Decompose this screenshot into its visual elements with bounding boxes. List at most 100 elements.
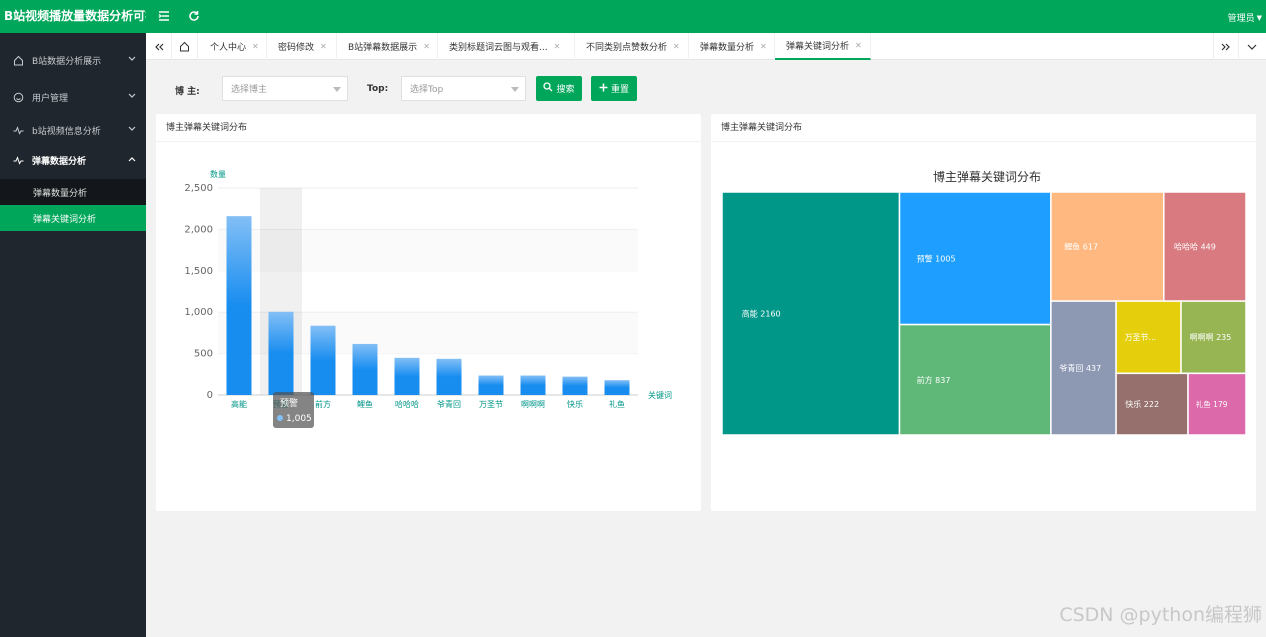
watermark: CSDN @python编程狮: [1059, 604, 1262, 626]
smile-icon: [12, 91, 24, 103]
tab-label: 弹幕关键词分析: [786, 42, 850, 52]
search-button[interactable]: 搜索: [536, 76, 582, 101]
bar: [268, 311, 294, 395]
close-icon[interactable]: ✕: [423, 42, 430, 51]
close-icon[interactable]: ✕: [760, 42, 767, 51]
close-icon[interactable]: ✕: [855, 41, 862, 50]
reset-button-label: 重置: [610, 85, 629, 95]
close-icon[interactable]: ✕: [320, 42, 327, 51]
tab-category-likes[interactable]: 不同类别点赞数分析 ✕: [575, 33, 689, 60]
top-select[interactable]: 选择Top: [401, 76, 526, 101]
treemap-node: 鲤鱼 617: [1050, 191, 1165, 302]
caret-down-icon: ▼: [1256, 13, 1262, 22]
bar: [310, 325, 336, 395]
close-icon[interactable]: ✕: [673, 42, 680, 51]
treemap-node: 预警 1005: [898, 191, 1052, 326]
search-button-label: 搜索: [556, 85, 575, 95]
sidebar-item-danmaku-analysis[interactable]: 弹幕数据分析: [0, 145, 146, 175]
bar: [226, 216, 252, 395]
treemap-card: 博主弹幕关键词分布 博主弹幕关键词分布高能 2160 预警 1005 前方 837 鲤…: [711, 114, 1256, 511]
user-menu[interactable]: 管理员 ▼: [1227, 11, 1262, 25]
tab-bar: 个人中心 ✕ 密码修改 ✕ B站弹幕数据展示 ✕ 类别标题词云图与观看... ✕ 不同类…: [146, 33, 1266, 60]
y-tick-label: 2,500: [184, 183, 213, 194]
treemap-label: 哈哈哈 449: [1174, 242, 1216, 252]
plus-icon: [599, 83, 608, 95]
tab-label: 不同类别点赞数分析: [586, 43, 668, 53]
tab-category-wordcloud[interactable]: 类别标题词云图与观看... ✕: [438, 33, 575, 60]
refresh-icon[interactable]: [186, 8, 202, 24]
app-title: B站视频播放量数据分析可视化: [4, 9, 146, 23]
x-tick-label: 礼鱼: [609, 399, 625, 409]
treemap-label: 万圣节...: [1125, 333, 1157, 342]
close-icon[interactable]: ✕: [554, 42, 561, 51]
treemap-label: 礼鱼 179: [1196, 399, 1228, 409]
chevron-down-icon: [128, 55, 136, 65]
tab-danmaku-keywords[interactable]: 弹幕关键词分析 ✕: [775, 33, 871, 60]
sidebar-item-label: 弹幕数据分析: [32, 156, 87, 167]
treemap-label: 爷青回 437: [1059, 363, 1101, 373]
bar-chart-card-title: 博主弹幕关键词分布: [156, 114, 701, 142]
sidebar-subitem-danmaku-count[interactable]: 弹幕数量分析: [0, 179, 146, 205]
y-axis-label: 数量: [210, 169, 226, 179]
tab-scroll-left-icon[interactable]: [146, 33, 172, 60]
treemap-label: 快乐 222: [1125, 399, 1159, 409]
sidebar-subitem-danmaku-keywords[interactable]: 弹幕关键词分析: [0, 205, 146, 231]
filter-bar: 博 主: 选择博主 Top: 选择Top 搜索 重置: [146, 60, 1266, 112]
treemap-label: 高能 2160: [742, 309, 781, 319]
top-bar: B站视频播放量数据分析可视化 管理员 ▼: [0, 0, 1266, 33]
chevron-down-icon: [128, 125, 136, 135]
tab-options-chevron-icon[interactable]: [1239, 33, 1265, 60]
treemap-label: 啊啊啊 235: [1190, 333, 1232, 342]
sidebar-item-video-analysis[interactable]: b站视频信息分析: [0, 115, 146, 145]
sidebar-subitem-label: 弹幕数量分析: [33, 188, 88, 199]
x-axis-label: 关键词: [648, 390, 672, 400]
treemap-label: 鲤鱼 617: [1064, 242, 1098, 252]
blogger-select-placeholder: 选择博主: [231, 85, 268, 95]
x-tick-label: 快乐: [567, 399, 583, 409]
pulse-icon: [12, 154, 24, 166]
tooltip-label: 预警: [280, 397, 298, 409]
tab-scroll-right-icon[interactable]: [1213, 33, 1239, 60]
sidebar-item-user-management[interactable]: 用户管理: [0, 82, 146, 112]
tab-label: 密码修改: [278, 43, 315, 53]
sidebar-subitem-label: 弹幕关键词分析: [33, 214, 97, 225]
bar: [478, 375, 504, 395]
treemap-title: 博主弹幕关键词分布: [933, 169, 1041, 184]
treemap-node: 万圣节...: [1115, 300, 1182, 375]
treemap-node: 礼鱼 179: [1187, 372, 1247, 436]
sidebar: B站数据分析展示 用户管理 b站视频信息分析 弹幕数据分析 弹幕数量分析 弹幕关…: [0, 33, 146, 637]
sidebar-item-data-display[interactable]: B站数据分析展示: [0, 45, 146, 75]
x-tick-label: 高能: [231, 399, 247, 409]
tab-password[interactable]: 密码修改 ✕: [267, 33, 337, 60]
user-name: 管理员: [1227, 14, 1255, 24]
tab-danmaku-count[interactable]: 弹幕数量分析 ✕: [689, 33, 775, 60]
home-icon: [12, 54, 24, 66]
tab-danmaku-data[interactable]: B站弹幕数据展示 ✕: [337, 33, 438, 60]
x-tick-label: 哈哈哈: [395, 399, 419, 409]
menu-toggle-icon[interactable]: [156, 8, 172, 24]
dropdown-arrow-icon: [333, 87, 341, 92]
sidebar-item-label: b站视频信息分析: [32, 126, 101, 137]
treemap-node: 快乐 222: [1115, 372, 1189, 436]
tab-label: 类别标题词云图与观看...: [449, 43, 548, 53]
tab-personal-center[interactable]: 个人中心 ✕: [199, 33, 267, 60]
y-tick-label: 2,000: [184, 224, 213, 235]
reset-button[interactable]: 重置: [591, 76, 637, 101]
bar: [436, 358, 462, 395]
chevron-up-icon: [128, 155, 136, 165]
tooltip-value: 1,005: [286, 414, 312, 424]
sidebar-item-label: 用户管理: [32, 93, 69, 104]
keyword-treemap: 博主弹幕关键词分布高能 2160 预警 1005 前方 837 鲤鱼 617 哈哈哈 4…: [721, 169, 1247, 436]
blogger-label: 博 主:: [175, 87, 200, 97]
bar: [394, 357, 420, 395]
bar-chart-card: 博主弹幕关键词分布 0 500 1,000 1,500 2,000 2,500 数量 关键词高…: [156, 114, 701, 511]
tab-home-icon[interactable]: [172, 33, 198, 60]
y-tick-label: 1,500: [184, 266, 213, 277]
tab-label: 弹幕数量分析: [700, 43, 755, 53]
blogger-select[interactable]: 选择博主: [222, 76, 348, 101]
treemap-label: 前方 837: [917, 375, 951, 385]
top-select-placeholder: 选择Top: [410, 85, 444, 95]
treemap-card-title: 博主弹幕关键词分布: [711, 114, 1256, 142]
sidebar-item-label: B站数据分析展示: [32, 56, 102, 67]
close-icon[interactable]: ✕: [252, 42, 259, 51]
